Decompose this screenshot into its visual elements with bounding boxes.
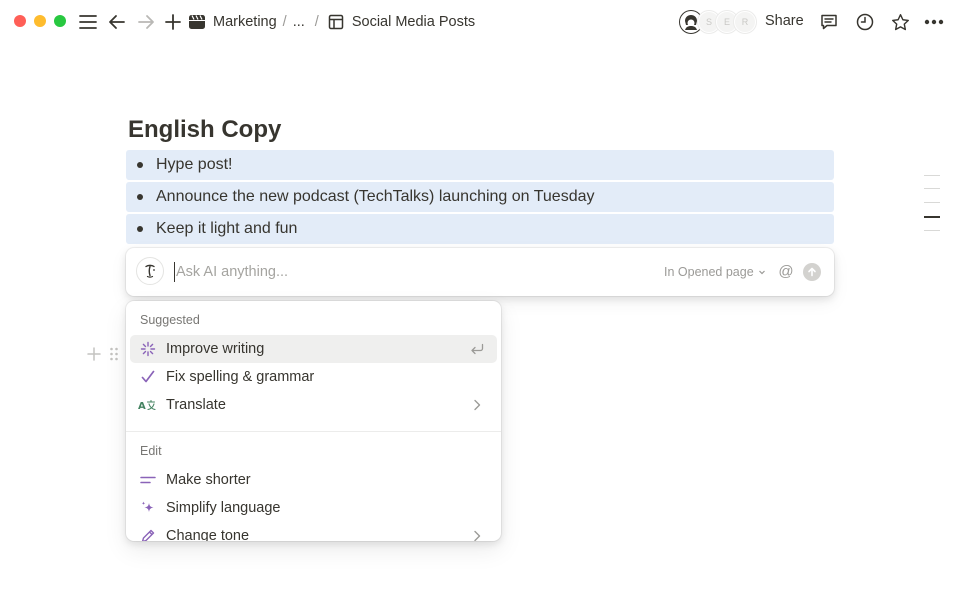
menu-item-translate[interactable]: A Translate xyxy=(130,391,497,419)
breadcrumb-separator: / xyxy=(314,14,319,30)
send-arrow-icon[interactable] xyxy=(803,263,821,281)
avatar-r[interactable]: R xyxy=(734,11,756,33)
checkmark-icon xyxy=(138,367,158,387)
notion-ai-face-icon xyxy=(136,257,164,285)
bullet-text: Keep it light and fun xyxy=(156,220,298,237)
ai-prompt-bar: In Opened page @ xyxy=(126,248,834,296)
breadcrumb-ellipsis[interactable]: ... xyxy=(293,14,305,30)
sparkle-burst-icon xyxy=(138,339,158,359)
forward-arrow-icon[interactable] xyxy=(134,10,158,34)
short-lines-icon xyxy=(138,470,158,490)
outline-marker[interactable] xyxy=(924,175,940,176)
chevron-down-icon xyxy=(758,265,766,279)
menu-section-title: Edit xyxy=(140,444,162,458)
breadcrumb-social-media-posts[interactable]: Social Media Posts xyxy=(352,14,475,30)
chevron-right-icon xyxy=(469,528,485,541)
menu-item-make-shorter[interactable]: Make shorter xyxy=(130,466,497,494)
menu-item-label: Change tone xyxy=(166,528,250,541)
menu-item-improve-writing[interactable]: Improve writing xyxy=(130,335,497,363)
window-controls xyxy=(14,15,66,27)
bullet-dot-icon xyxy=(137,226,143,232)
svg-text:A: A xyxy=(138,401,146,412)
clapperboard-icon xyxy=(188,13,206,31)
share-button[interactable]: Share xyxy=(765,13,804,29)
page-heading[interactable]: English Copy xyxy=(128,116,281,144)
chevron-right-icon xyxy=(469,397,485,413)
bullet-dot-icon xyxy=(137,162,143,168)
ai-context-label: In Opened page xyxy=(664,265,754,279)
breadcrumb-marketing[interactable]: Marketing xyxy=(213,14,277,30)
more-options-icon[interactable] xyxy=(922,10,946,34)
drag-handle-icon[interactable] xyxy=(108,346,120,362)
bullet-text: Hype post! xyxy=(156,156,233,173)
outline-marker[interactable] xyxy=(924,230,940,231)
outline-marker-active[interactable] xyxy=(924,216,940,218)
close-window-button[interactable] xyxy=(14,15,26,27)
comments-icon[interactable] xyxy=(817,10,841,34)
menu-item-label: Improve writing xyxy=(166,341,265,357)
menu-item-label: Translate xyxy=(166,397,226,413)
ai-context-dropdown[interactable]: In Opened page xyxy=(664,265,766,279)
menu-item-label: Fix spelling & grammar xyxy=(166,369,315,385)
pen-icon xyxy=(138,526,158,541)
history-clock-icon[interactable] xyxy=(853,10,877,34)
database-table-icon xyxy=(327,13,345,31)
bullet-dot-icon xyxy=(137,194,143,200)
new-page-plus-icon[interactable] xyxy=(161,10,185,34)
outline-marker[interactable] xyxy=(924,202,940,203)
breadcrumb: Marketing / ... / Social Media Posts xyxy=(188,12,475,32)
enter-icon xyxy=(469,341,485,357)
menu-divider xyxy=(126,431,501,432)
collaborator-avatars[interactable]: S E R xyxy=(680,11,756,33)
top-bar: Marketing / ... / Social Media Posts S E… xyxy=(0,0,960,44)
ai-prompt-input[interactable] xyxy=(174,262,644,282)
bullet-text: Announce the new podcast (TechTalks) lau… xyxy=(156,188,595,205)
menu-item-simplify-language[interactable]: Simplify language xyxy=(130,494,497,522)
sparkles-icon xyxy=(138,498,158,518)
back-arrow-icon[interactable] xyxy=(105,10,129,34)
maximize-window-button[interactable] xyxy=(54,15,66,27)
menu-section-title: Suggested xyxy=(140,313,200,327)
translate-icon: A xyxy=(138,395,158,415)
menu-item-label: Make shorter xyxy=(166,472,251,488)
bulleted-list-item[interactable]: Hype post! xyxy=(126,150,834,180)
sidebar-menu-icon[interactable] xyxy=(76,10,100,34)
ai-suggestions-menu: Suggested Improve writing Fix spelling &… xyxy=(126,301,501,541)
outline-marker[interactable] xyxy=(924,188,940,189)
minimize-window-button[interactable] xyxy=(34,15,46,27)
bulleted-list-item[interactable]: Announce the new podcast (TechTalks) lau… xyxy=(126,182,834,212)
menu-item-change-tone[interactable]: Change tone xyxy=(130,522,497,541)
mention-at-button[interactable]: @ xyxy=(777,262,795,280)
menu-item-fix-spelling[interactable]: Fix spelling & grammar xyxy=(130,363,497,391)
bulleted-list-item[interactable]: Keep it light and fun xyxy=(126,214,834,244)
favorite-star-icon[interactable] xyxy=(888,10,912,34)
menu-item-label: Simplify language xyxy=(166,500,281,516)
breadcrumb-separator: / xyxy=(282,14,287,30)
add-block-plus-icon[interactable] xyxy=(86,346,102,362)
